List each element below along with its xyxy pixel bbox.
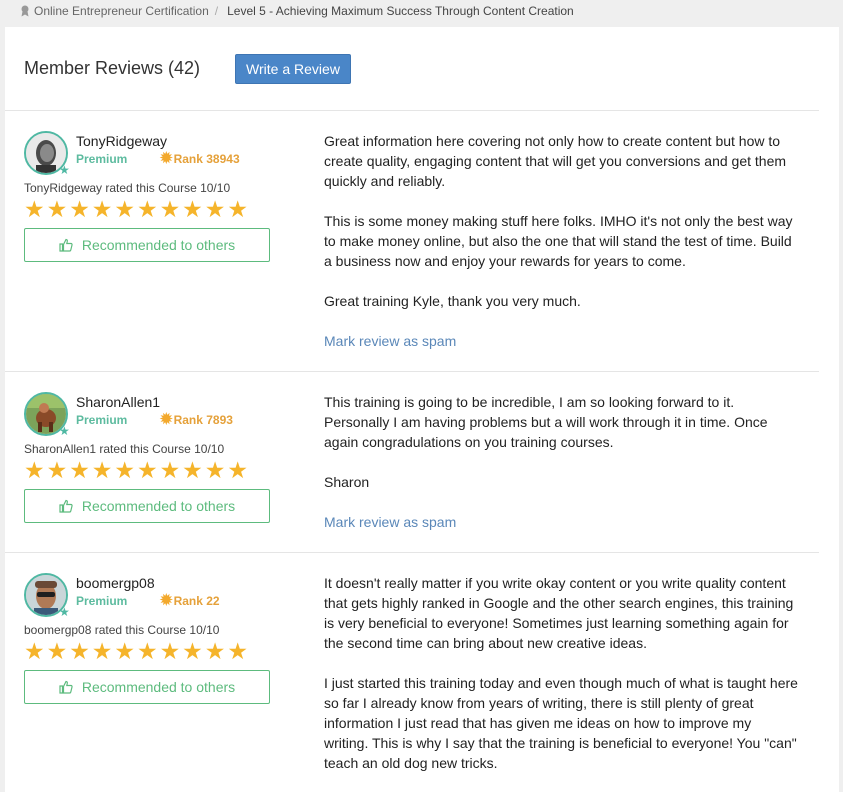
star-icon: ★ [182, 196, 203, 222]
rank-label: Rank 22 [173, 594, 220, 608]
review-paragraph: This training is going to be incredible,… [324, 394, 768, 450]
rating-text: TonyRidgeway rated this Course 10/10 [24, 181, 231, 195]
star-icon: ★ [24, 457, 45, 483]
review-paragraph: I just started this training today and e… [324, 675, 798, 771]
star-icon: ★ [69, 638, 90, 664]
recommended-label: Recommended to others [81, 237, 236, 253]
star-rating: ★ ★ ★ ★ ★ ★ ★ ★ ★ ★ [24, 457, 324, 483]
rating-text: boomergp08 rated this Course 10/10 [24, 623, 220, 637]
star-icon: ★ [91, 638, 113, 664]
username[interactable]: TonyRidgeway [76, 133, 240, 149]
recommended-badge: Recommended to others [24, 489, 270, 523]
rank-label: Rank 38943 [173, 152, 240, 166]
recommended-label: Recommended to others [81, 679, 236, 695]
review-paragraph: Sharon [324, 474, 370, 490]
star-icon: ★ [91, 196, 113, 222]
award-icon [21, 5, 29, 17]
star-icon: ★ [46, 457, 68, 483]
breadcrumb: Online Entrepreneur Certification / Leve… [0, 0, 843, 26]
rank-badge: ✹ Rank 22 [160, 592, 220, 609]
membership-badge: Premium [76, 413, 128, 427]
recommended-label: Recommended to others [81, 498, 236, 514]
star-icon: ★ [46, 196, 68, 222]
sun-burst-icon: ✹ [160, 411, 173, 428]
thumbs-up-icon [59, 499, 73, 513]
star-icon: ★ [136, 196, 158, 222]
recommended-badge: Recommended to others [24, 670, 270, 704]
star-icon: ★ [159, 638, 181, 664]
star-icon: ★ [114, 638, 135, 664]
review-item: ★ TonyRidgeway Premium ✹ Rank 38943 TonyR… [5, 111, 819, 372]
star-icon: ★ [69, 196, 90, 222]
reviews-panel: Member Reviews (42) Write a Review ★ Ton… [5, 27, 839, 792]
membership-badge: Premium [76, 152, 128, 166]
rating-text: SharonAllen1 rated this Course 10/10 [24, 442, 225, 456]
star-rating: ★ ★ ★ ★ ★ ★ ★ ★ ★ ★ [24, 638, 324, 664]
star-icon: ★ [204, 457, 226, 483]
star-icon: ★ [114, 457, 135, 483]
breadcrumb-course-link[interactable]: Online Entrepreneur Certification [34, 0, 209, 22]
star-icon: ★ [227, 638, 248, 664]
breadcrumb-current: Level 5 - Achieving Maximum Success Thro… [227, 4, 574, 18]
username[interactable]: boomergp08 [76, 575, 220, 591]
star-icon: ★ [24, 196, 45, 222]
star-icon: ★ [69, 457, 90, 483]
star-icon: ★ [182, 457, 203, 483]
mark-spam-link[interactable]: Mark review as spam [324, 331, 799, 351]
review-item: ★ boomergp08 Premium ✹ Rank 22 boomergp08… [5, 553, 819, 792]
mark-spam-link[interactable]: Mark review as spam [324, 512, 799, 532]
star-icon: ★ [24, 638, 45, 664]
star-icon: ★ [204, 196, 226, 222]
star-icon: ★ [114, 196, 135, 222]
star-icon: ★ [227, 196, 248, 222]
review-paragraph: Great information here covering not only… [324, 133, 787, 189]
star-icon: ★ [159, 196, 181, 222]
review-body: It doesn't really matter if you write ok… [324, 573, 799, 792]
star-icon: ★ [136, 638, 158, 664]
thumbs-up-icon [59, 238, 73, 252]
sun-burst-icon: ✹ [160, 592, 173, 609]
review-author-column: ★ boomergp08 Premium ✹ Rank 22 boomergp08… [24, 573, 324, 792]
username[interactable]: SharonAllen1 [76, 394, 233, 410]
review-body: This training is going to be incredible,… [324, 392, 799, 532]
page-title: Member Reviews (42) [24, 58, 201, 78]
review-author-column: ★ SharonAllen1 Premium ✹ Rank 7893 Sharon… [24, 392, 324, 532]
thumbs-up-icon [59, 680, 73, 694]
breadcrumb-separator: / [214, 4, 219, 18]
star-icon: ★ [46, 638, 68, 664]
sun-burst-icon: ✹ [160, 150, 173, 167]
review-author-column: ★ TonyRidgeway Premium ✹ Rank 38943 TonyR… [24, 131, 324, 351]
star-icon: ★ [159, 457, 181, 483]
star-icon: ★ [204, 638, 226, 664]
star-icon: ★ [182, 638, 203, 664]
membership-badge: Premium [76, 594, 128, 608]
rank-badge: ✹ Rank 7893 [160, 411, 233, 428]
premium-star-icon: ★ [59, 605, 70, 619]
premium-star-icon: ★ [59, 424, 70, 438]
reviews-list: ★ TonyRidgeway Premium ✹ Rank 38943 TonyR… [5, 111, 839, 792]
review-item: ★ SharonAllen1 Premium ✹ Rank 7893 Sharon… [5, 372, 819, 553]
rank-badge: ✹ Rank 38943 [160, 150, 240, 167]
review-body: Great information here covering not only… [324, 131, 799, 351]
write-review-button[interactable]: Write a Review [235, 53, 351, 84]
review-paragraph: It doesn't really matter if you write ok… [324, 575, 794, 651]
star-icon: ★ [227, 457, 248, 483]
star-icon: ★ [136, 457, 158, 483]
premium-star-icon: ★ [59, 163, 70, 177]
review-paragraph: This is some money making stuff here fol… [324, 213, 793, 269]
rank-label: Rank 7893 [173, 413, 233, 427]
reviews-header: Member Reviews (42) Write a Review [5, 27, 819, 111]
star-rating: ★ ★ ★ ★ ★ ★ ★ ★ ★ ★ [24, 196, 324, 222]
review-paragraph: Great training Kyle, thank you very much… [324, 293, 581, 309]
recommended-badge: Recommended to others [24, 228, 270, 262]
star-icon: ★ [91, 457, 113, 483]
